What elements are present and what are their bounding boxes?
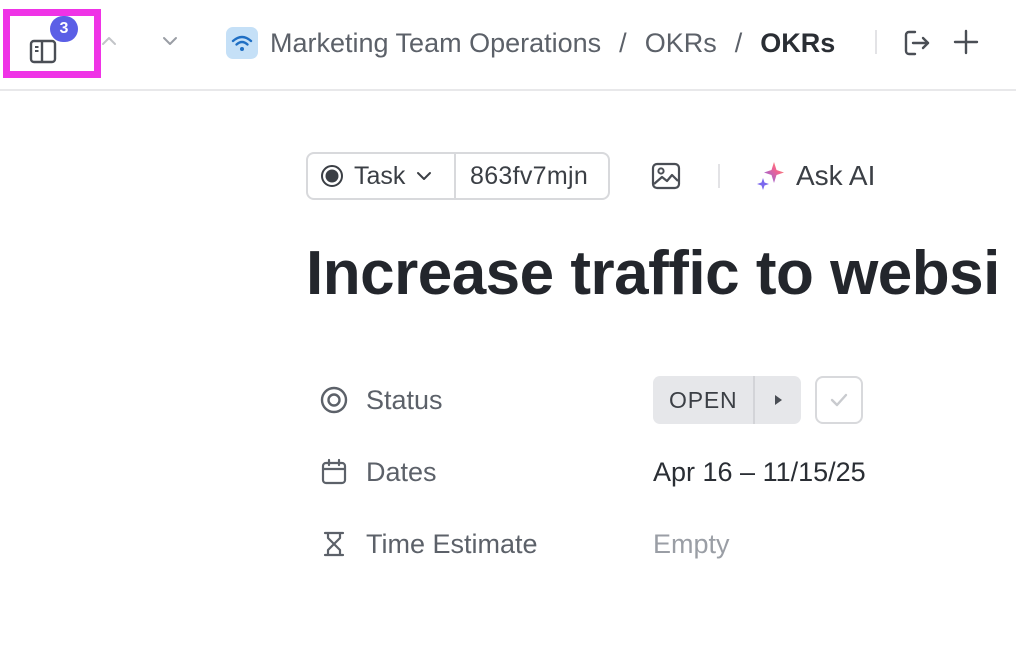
status-button[interactable]: OPEN — [653, 376, 802, 424]
dates-value[interactable]: Apr 16 – 11/15/25 — [653, 457, 866, 488]
image-icon[interactable] — [650, 160, 682, 192]
task-status-circle-icon — [321, 165, 343, 187]
divider — [718, 164, 720, 188]
chevron-up-icon[interactable] — [98, 30, 120, 52]
chevron-down-icon — [417, 172, 432, 180]
task-type-label: Task — [354, 161, 406, 190]
time-estimate-value[interactable]: Empty — [653, 529, 730, 560]
task-type-id-pill: Task 863fv7mjn — [306, 152, 610, 200]
breadcrumb-separator: / — [734, 27, 743, 58]
ask-ai-label: Ask AI — [796, 160, 876, 191]
panel-icon — [29, 39, 57, 64]
calendar-icon — [318, 456, 350, 488]
breadcrumb-list[interactable]: OKRs — [760, 28, 835, 59]
dates-row: Dates Apr 16 – 11/15/25 — [318, 448, 866, 496]
time-estimate-label: Time Estimate — [366, 528, 538, 559]
sparkle-icon — [757, 162, 784, 190]
status-row: Status OPEN — [318, 376, 863, 424]
chevron-down-icon[interactable] — [159, 30, 181, 52]
exit-icon[interactable] — [901, 27, 933, 59]
target-icon — [318, 384, 350, 416]
hourglass-icon — [318, 528, 350, 560]
time-estimate-row: Time Estimate Empty — [318, 520, 730, 568]
breadcrumb-space[interactable]: Marketing Team Operations — [270, 28, 601, 59]
notification-badge: 3 — [50, 16, 78, 42]
dates-label: Dates — [366, 456, 437, 487]
breadcrumb-separator: / — [619, 27, 627, 58]
breadcrumb-folder[interactable]: OKRs — [645, 28, 717, 59]
top-bar: 3 Marketing Team Operations / OKRs / OKR… — [0, 0, 1016, 91]
task-type-dropdown[interactable]: Task — [308, 154, 456, 198]
caret-right-icon[interactable] — [755, 376, 801, 424]
complete-checkbox[interactable] — [815, 376, 863, 424]
breadcrumb: Marketing Team Operations / OKRs / OKRs — [226, 26, 835, 60]
status-value: OPEN — [653, 376, 756, 424]
status-label: Status — [366, 384, 443, 415]
wifi-icon — [226, 27, 258, 59]
check-icon — [830, 393, 848, 407]
sidebar-panel-button[interactable]: 3 — [3, 9, 101, 78]
task-id[interactable]: 863fv7mjn — [456, 162, 588, 191]
task-title[interactable]: Increase traffic to websi — [306, 238, 1016, 318]
plus-icon[interactable] — [951, 27, 981, 57]
divider — [875, 30, 877, 54]
ask-ai-button[interactable]: Ask AI — [754, 158, 875, 194]
